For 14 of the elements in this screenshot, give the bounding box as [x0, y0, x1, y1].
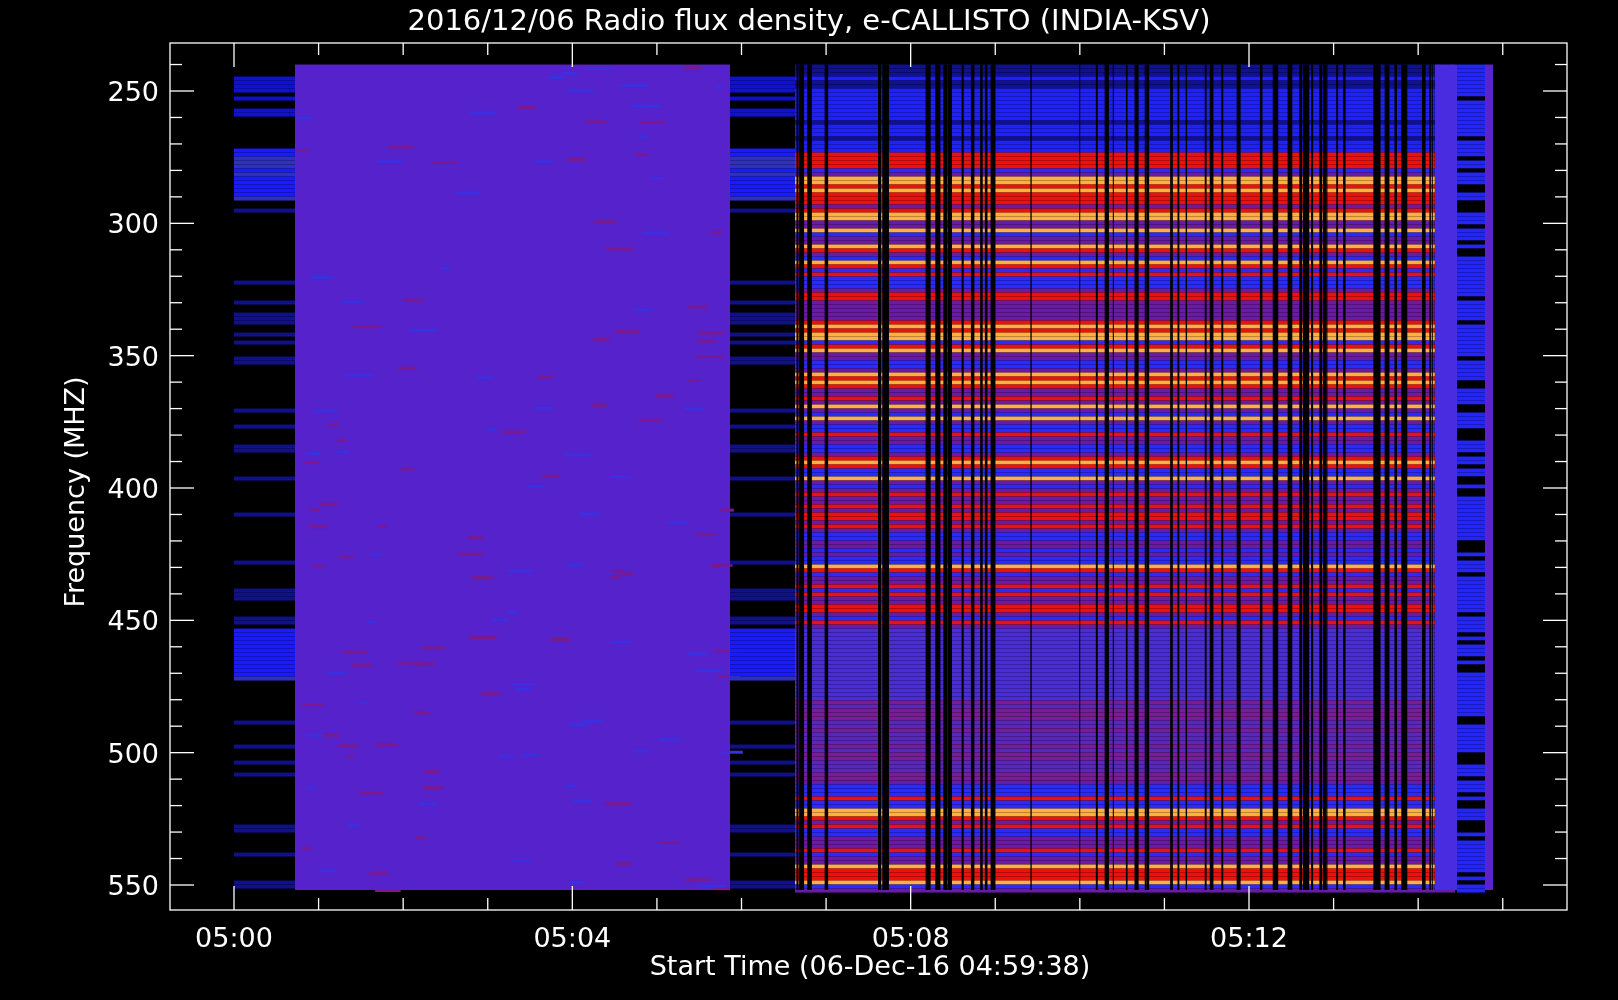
x-axis-label: Start Time (06-Dec-16 04:59:38) [649, 950, 1091, 981]
x-tick-label: 05:04 [533, 922, 612, 953]
x-tick-label: 05:12 [1210, 922, 1288, 953]
y-tick-label: 250 [107, 76, 159, 107]
y-tick-label: 550 [107, 870, 159, 901]
x-tick-label: 05:08 [871, 922, 950, 953]
y-tick-label: 300 [107, 208, 159, 240]
y-tick-label: 400 [107, 473, 159, 504]
y-tick-label: 350 [107, 340, 159, 372]
y-axis-label: Frequency (MHZ) [59, 376, 90, 608]
y-tick-label: 500 [107, 737, 159, 769]
x-tick-label: 05:00 [195, 922, 273, 953]
chart-title: 2016/12/06 Radio flux density, e-CALLISTO (INDIA-KSV) [407, 3, 1211, 37]
y-tick-label: 450 [107, 605, 159, 637]
